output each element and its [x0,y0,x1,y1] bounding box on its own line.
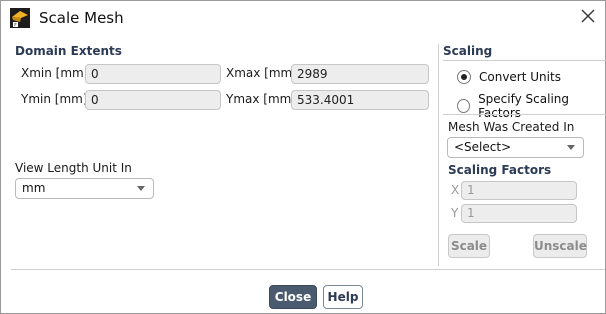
scaling-group-top-border [443,60,606,61]
ymax-field[interactable]: 533.4001 [291,90,429,110]
ymin-label: Ymin [mm] [21,92,88,106]
scaling-group-bottom-border [443,114,606,115]
unscale-button[interactable]: Unscale [533,234,587,258]
xmax-field[interactable]: 2989 [291,64,429,84]
domain-extents-heading: Domain Extents [15,44,122,58]
factor-x-axis-label: X [451,183,460,197]
xmin-field[interactable]: 0 [85,64,221,84]
radio-selected-icon [457,70,471,84]
ymin-field[interactable]: 0 [85,90,221,110]
radio-unselected-icon [457,99,471,113]
mesh-created-in-dropdown[interactable]: <Select> [447,137,584,158]
chevron-down-icon [567,145,575,150]
scaling-factors-heading: Scaling Factors [448,163,552,177]
view-length-unit-value: mm [22,181,46,195]
vertical-divider [438,44,439,266]
mesh-created-in-value: <Select> [454,140,512,154]
view-length-label: View Length Unit In [15,161,132,175]
help-button[interactable]: Help [323,285,363,309]
close-button[interactable]: Close [269,285,317,309]
convert-units-radio[interactable]: Convert Units [457,70,561,84]
factor-x-field[interactable]: 1 [461,181,577,200]
window-title: Scale Mesh [39,9,124,27]
scaling-heading: Scaling [443,44,493,58]
factor-y-axis-label: Y [451,206,459,220]
ansys-fluent-icon: F [10,8,30,28]
xmin-label: Xmin [mm] [21,66,89,80]
ymax-label: Ymax [mm] [226,92,297,106]
specify-scaling-factors-radio[interactable]: Specify Scaling Factors [457,92,605,120]
view-length-unit-dropdown[interactable]: mm [15,178,154,199]
title-bar: F Scale Mesh [1,1,605,35]
xmax-label: Xmax [mm] [226,66,297,80]
footer-divider [11,269,605,270]
close-icon[interactable] [579,7,597,25]
svg-text:F: F [14,22,17,28]
specify-scaling-factors-label: Specify Scaling Factors [478,92,569,120]
chevron-down-icon [137,186,145,191]
scale-mesh-dialog: F Scale Mesh Domain Extents Xmin [mm] 0 … [0,0,606,314]
factor-y-field[interactable]: 1 [461,204,577,223]
scale-button[interactable]: Scale [448,234,490,258]
mesh-created-label: Mesh Was Created In [448,120,575,134]
convert-units-label: Convert Units [479,70,561,84]
